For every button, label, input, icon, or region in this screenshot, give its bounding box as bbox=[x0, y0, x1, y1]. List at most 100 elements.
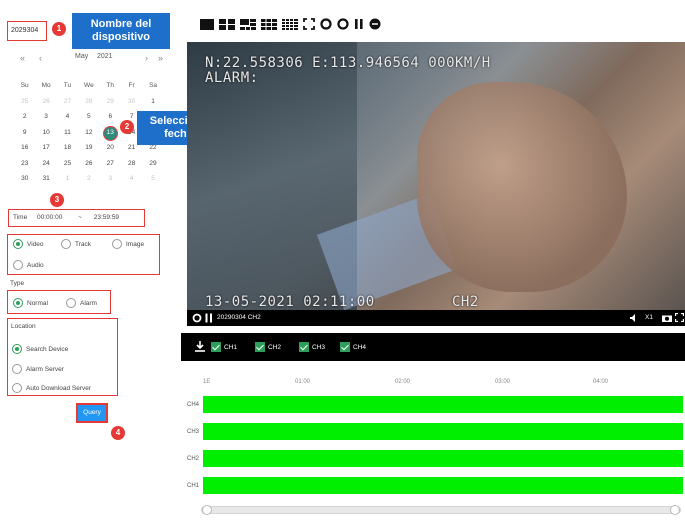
calendar-day[interactable]: 23 bbox=[14, 156, 35, 172]
calendar-day[interactable]: 28 bbox=[78, 94, 99, 110]
scroll-end-handle[interactable] bbox=[670, 505, 680, 515]
playback-speed[interactable]: X1 bbox=[645, 310, 653, 326]
calendar-day[interactable]: 1 bbox=[142, 94, 163, 110]
radio-alarm[interactable]: Alarm bbox=[66, 298, 97, 308]
channel-checkbox-ch1[interactable]: CH1 bbox=[211, 342, 237, 352]
layout-6-icon[interactable] bbox=[240, 18, 256, 30]
radio-alarm-server[interactable]: Alarm Server bbox=[12, 364, 64, 374]
calendar-day[interactable]: 3 bbox=[100, 171, 121, 187]
calendar-day[interactable]: 17 bbox=[35, 140, 56, 156]
fullscreen-icon[interactable] bbox=[303, 18, 315, 30]
step-badge-4: 4 bbox=[111, 426, 125, 440]
calendar-day[interactable]: 5 bbox=[142, 171, 163, 187]
prev-year-button[interactable]: « bbox=[20, 53, 25, 63]
radio-dot bbox=[13, 260, 23, 270]
volume-icon[interactable] bbox=[369, 18, 381, 30]
calendar-day[interactable]: 2 bbox=[14, 109, 35, 125]
player-control-bar: 20290304 CH2 X1 bbox=[187, 310, 685, 326]
recording-track-ch2[interactable] bbox=[203, 450, 683, 467]
layout-16-icon[interactable] bbox=[282, 18, 298, 30]
layout-9-icon[interactable] bbox=[261, 18, 277, 30]
radio-track[interactable]: Track bbox=[61, 239, 91, 249]
calendar-day[interactable]: 4 bbox=[121, 171, 142, 187]
calendar-day[interactable]: 26 bbox=[35, 94, 56, 110]
calendar-week: 23 24 25 26 27 28 29 bbox=[14, 156, 164, 172]
calendar-day[interactable]: 16 bbox=[14, 140, 35, 156]
radio-image[interactable]: Image bbox=[112, 239, 144, 249]
video-player[interactable]: N:22.558306 E:113.946564 000KM/H ALARM: … bbox=[187, 42, 685, 310]
calendar-day[interactable]: 26 bbox=[78, 156, 99, 172]
channel-checkbox-ch2[interactable]: CH2 bbox=[255, 342, 281, 352]
recording-track-ch1[interactable] bbox=[203, 477, 683, 494]
radio-search-device[interactable]: Search Device bbox=[12, 344, 68, 354]
device-select[interactable]: 2029304 bbox=[7, 21, 47, 41]
calendar-day[interactable]: 25 bbox=[57, 156, 78, 172]
calendar-day-selected[interactable]: 13 bbox=[100, 125, 121, 141]
radio-auto-download-server[interactable]: Auto Download Server bbox=[12, 383, 91, 393]
calendar-day[interactable]: 30 bbox=[121, 94, 142, 110]
channel-label: CH4 bbox=[353, 343, 367, 351]
play-icon[interactable] bbox=[320, 18, 332, 30]
location-group: Location Search Device Alarm Server Auto… bbox=[7, 318, 118, 396]
calendar-day[interactable]: 18 bbox=[57, 140, 78, 156]
time-range-field[interactable]: Time 00:00:00 ~ 23:59:59 bbox=[8, 209, 145, 227]
calendar-day[interactable]: 10 bbox=[35, 125, 56, 141]
calendar-day[interactable]: 25 bbox=[14, 94, 35, 110]
pause-icon[interactable] bbox=[205, 313, 213, 323]
channel-checkbox-ch3[interactable]: CH3 bbox=[299, 342, 325, 352]
calendar-day[interactable]: 31 bbox=[35, 171, 56, 187]
calendar-day[interactable]: 27 bbox=[57, 94, 78, 110]
calendar-day[interactable]: 29 bbox=[142, 156, 163, 172]
calendar-day[interactable]: 3 bbox=[35, 109, 56, 125]
radio-label: Auto Download Server bbox=[26, 384, 92, 392]
prev-month-button[interactable]: ‹ bbox=[39, 53, 42, 63]
timeline-scrollbar[interactable] bbox=[201, 505, 681, 515]
next-month-button[interactable]: › bbox=[145, 53, 148, 63]
calendar-day[interactable]: 19 bbox=[78, 140, 99, 156]
time-end[interactable]: 23:59:59 bbox=[94, 214, 119, 221]
record-type-group: Normal Alarm bbox=[7, 290, 111, 314]
calendar-day[interactable]: 27 bbox=[100, 156, 121, 172]
calendar-day[interactable]: 9 bbox=[14, 125, 35, 141]
query-button[interactable]: Query bbox=[76, 403, 108, 423]
play-icon[interactable] bbox=[192, 313, 202, 323]
download-icon[interactable] bbox=[195, 341, 205, 352]
calendar-day[interactable]: 5 bbox=[78, 109, 99, 125]
layout-4-icon[interactable] bbox=[219, 18, 235, 30]
weekday-label: Su bbox=[20, 82, 29, 89]
pause-icon[interactable] bbox=[354, 18, 364, 30]
volume-icon[interactable] bbox=[630, 314, 639, 322]
next-year-button[interactable]: » bbox=[158, 53, 163, 63]
calendar-day[interactable]: 11 bbox=[57, 125, 78, 141]
track-label-ch2: CH2 bbox=[187, 456, 200, 462]
time-start[interactable]: 00:00:00 bbox=[37, 214, 62, 221]
stop-icon[interactable] bbox=[337, 18, 349, 30]
layout-1-icon[interactable] bbox=[200, 18, 214, 30]
checkbox-checked bbox=[255, 342, 265, 352]
calendar-month[interactable]: May bbox=[75, 53, 88, 60]
radio-dot bbox=[12, 344, 22, 354]
calendar-day[interactable]: 4 bbox=[57, 109, 78, 125]
calendar-day[interactable]: 20 bbox=[100, 140, 121, 156]
calendar-day[interactable]: 24 bbox=[35, 156, 56, 172]
calendar-day[interactable]: 29 bbox=[100, 94, 121, 110]
timeline-tick: 04:00 bbox=[593, 379, 609, 385]
radio-audio[interactable]: Audio bbox=[13, 260, 44, 270]
calendar-day[interactable]: 2 bbox=[78, 171, 99, 187]
channel-label: CH1 bbox=[224, 343, 238, 351]
radio-normal[interactable]: Normal bbox=[13, 298, 48, 308]
recording-track-ch3[interactable] bbox=[203, 423, 683, 440]
snapshot-icon[interactable] bbox=[662, 314, 672, 322]
calendar-day[interactable]: 1 bbox=[57, 171, 78, 187]
channel-checkbox-ch4[interactable]: CH4 bbox=[340, 342, 366, 352]
calendar-day[interactable]: 30 bbox=[14, 171, 35, 187]
weekday-label: Tu bbox=[63, 82, 72, 89]
radio-video[interactable]: Video bbox=[13, 239, 44, 249]
recording-track-ch4[interactable] bbox=[203, 396, 683, 413]
calendar-day[interactable]: 6 bbox=[100, 109, 121, 125]
scroll-start-handle[interactable] bbox=[202, 505, 212, 515]
calendar-year[interactable]: 2021 bbox=[97, 53, 113, 60]
calendar-day[interactable]: 12 bbox=[78, 125, 99, 141]
calendar-day[interactable]: 28 bbox=[121, 156, 142, 172]
fullscreen-icon[interactable] bbox=[675, 313, 684, 322]
